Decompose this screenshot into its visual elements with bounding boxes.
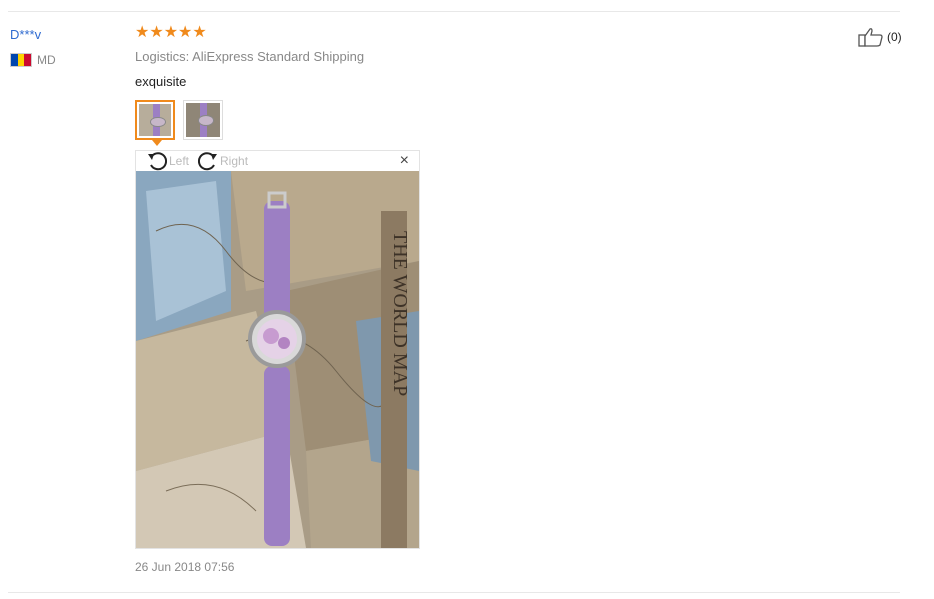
moldova-flag-icon	[10, 53, 32, 67]
photo-thumbnail-2[interactable]	[183, 100, 223, 140]
star-rating: ★★★★★	[135, 24, 207, 41]
helpful-count: (0)	[887, 30, 902, 44]
rotate-left-icon	[148, 152, 168, 171]
top-divider	[8, 11, 900, 12]
bottom-divider	[8, 592, 900, 593]
review-date: 26 Jun 2018 07:56	[135, 560, 235, 574]
helpful-button[interactable]: (0)	[858, 27, 902, 47]
rotate-right-button[interactable]: Right	[197, 151, 248, 171]
rotate-left-button[interactable]: Left	[146, 151, 189, 171]
reviewer-name[interactable]: D***v	[10, 27, 41, 42]
photo-thumbnail-1[interactable]	[135, 100, 175, 146]
rotate-right-label: Right	[220, 154, 249, 168]
logistics-info: Logistics: AliExpress Standard Shipping	[135, 49, 365, 64]
rotate-right-icon	[198, 152, 218, 171]
rotate-left-label: Left	[169, 154, 190, 168]
viewer-toolbar: Left Right ×	[136, 151, 419, 171]
country-code: MD	[37, 53, 56, 67]
reviewer-country: MD	[10, 53, 56, 67]
thumbs-up-icon	[858, 28, 883, 47]
review-comment: exquisite	[135, 74, 187, 89]
photo-viewer: Left Right × THE WORLD MAP	[135, 150, 420, 549]
photo-caption-text: THE WORLD MAP	[389, 231, 411, 396]
review-photo-thumbnails	[135, 100, 223, 146]
close-viewer-button[interactable]: ×	[400, 152, 409, 170]
review-photo: THE WORLD MAP	[136, 171, 419, 548]
